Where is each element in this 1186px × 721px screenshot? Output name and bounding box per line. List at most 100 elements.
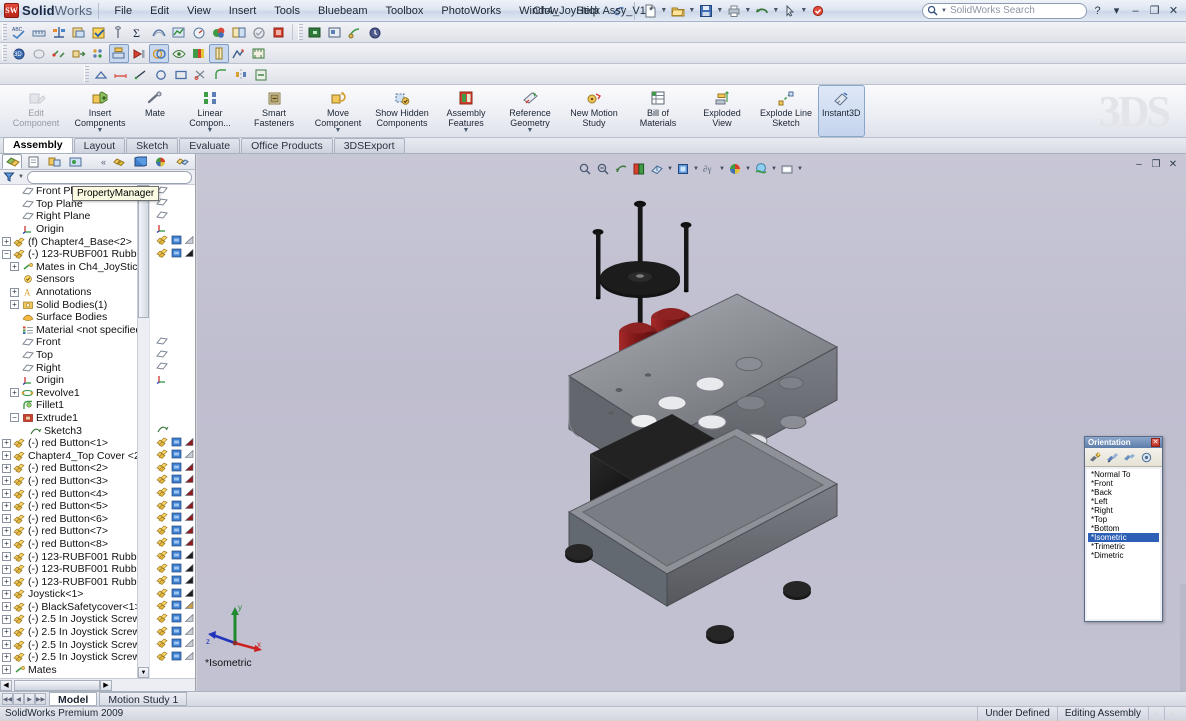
- appearance-display-icon[interactable]: [184, 248, 195, 261]
- orientation-list-item[interactable]: *Dimetric: [1088, 551, 1159, 560]
- design-journal-icon[interactable]: [365, 23, 385, 42]
- hide-show-display-icon[interactable]: [156, 437, 169, 450]
- command-instant3d[interactable]: Instant3D: [818, 85, 865, 137]
- feature-tree-item[interactable]: + (-) red Button<5>: [0, 500, 137, 513]
- command-dropdown-caret-icon[interactable]: ▼: [527, 127, 534, 134]
- scroll-down-button[interactable]: ▼: [138, 667, 149, 678]
- hide-show-display-icon[interactable]: [156, 563, 169, 576]
- pattern-toolbar-icon[interactable]: [89, 44, 109, 63]
- line-tool-icon[interactable]: [131, 65, 151, 84]
- appearance-display-icon[interactable]: [184, 613, 195, 626]
- toolbar-grip[interactable]: [2, 24, 7, 40]
- appearance-display-icon[interactable]: [184, 638, 195, 651]
- tab-office-products[interactable]: Office Products: [241, 138, 333, 153]
- display-mode-display-icon[interactable]: [171, 537, 182, 550]
- update-standard-views-icon[interactable]: [1105, 450, 1120, 465]
- feature-tree-item[interactable]: Top: [0, 349, 137, 362]
- feature-tree-item[interactable]: + (-) 2.5 In Joystick Screw<2: [0, 626, 137, 639]
- command-edit-component[interactable]: Edit Component: [4, 85, 68, 137]
- new-assembly-icon[interactable]: [325, 23, 345, 42]
- toolbar-grip-4[interactable]: [84, 66, 89, 82]
- display-mode-display-icon[interactable]: [171, 235, 182, 248]
- undo-caret-icon[interactable]: ▼: [772, 2, 780, 20]
- appearance-display-icon[interactable]: [184, 600, 195, 613]
- hide-show-display-icon[interactable]: [156, 575, 169, 588]
- display-mode-display-icon[interactable]: [171, 474, 182, 487]
- joystick-assembly-model[interactable]: [197, 154, 1186, 691]
- minimize-button[interactable]: –: [1127, 3, 1144, 19]
- tab-layout[interactable]: Layout: [73, 138, 126, 153]
- expand-node-icon[interactable]: +: [2, 589, 11, 599]
- search-input[interactable]: ▼ SolidWorks Search: [922, 2, 1087, 19]
- hide-show-display-icon[interactable]: [156, 235, 169, 248]
- hide-show-display-icon[interactable]: [156, 512, 169, 525]
- menu-bluebeam[interactable]: Bluebeam: [309, 1, 377, 21]
- sketch-entity-icon[interactable]: [91, 65, 111, 84]
- rebuild-status-icon[interactable]: [1164, 707, 1180, 720]
- tab-motion-study-1[interactable]: Motion Study 1: [99, 692, 188, 706]
- feature-tree-item[interactable]: + (-) red Button<8>: [0, 538, 137, 551]
- appearance-display-icon[interactable]: [184, 651, 195, 664]
- new-document-icon[interactable]: [641, 2, 659, 20]
- hscroll-thumb[interactable]: [14, 679, 100, 691]
- help-button[interactable]: ?: [1089, 3, 1106, 19]
- appearance-display-icon[interactable]: [184, 500, 195, 513]
- feature-filter-input[interactable]: [26, 170, 192, 184]
- expand-node-icon[interactable]: +: [2, 489, 11, 499]
- feature-tree-item[interactable]: − Extrude1: [0, 412, 137, 425]
- restore-button[interactable]: ❐: [1146, 3, 1163, 19]
- open-document-caret-icon[interactable]: ▼: [688, 2, 696, 20]
- hide-show-display-icon[interactable]: [156, 651, 169, 664]
- select-icon[interactable]: [781, 2, 799, 20]
- hscroll-right-button[interactable]: ▶: [100, 679, 112, 691]
- feature-tree-item[interactable]: + (-) 123-RUBF001 Rubber Fo: [0, 550, 137, 563]
- measure-tool-icon[interactable]: [249, 44, 269, 63]
- hide-show-toolbar-icon[interactable]: [169, 44, 189, 63]
- feature-tree-item[interactable]: + (-) red Button<4>: [0, 487, 137, 500]
- display-mode-display-icon[interactable]: [171, 600, 182, 613]
- display-mode-display-icon[interactable]: [171, 487, 182, 500]
- expand-node-icon[interactable]: +: [2, 602, 11, 612]
- expand-node-icon[interactable]: +: [2, 614, 11, 624]
- feature-tree-item[interactable]: + Solid Bodies(1): [0, 298, 137, 311]
- feature-tree-item[interactable]: + (-) 123-RUBF001 Rubber Fo: [0, 575, 137, 588]
- check-entity-icon[interactable]: [89, 23, 109, 42]
- feature-tree-item[interactable]: Origin: [0, 223, 137, 236]
- document-properties-icon[interactable]: [269, 23, 289, 42]
- section-view-toolbar-icon[interactable]: [209, 43, 229, 63]
- tab-assembly[interactable]: Assembly: [3, 137, 73, 153]
- feature-tree-item[interactable]: Fillet1: [0, 399, 137, 412]
- statistics-icon[interactable]: Σ: [129, 23, 149, 42]
- feature-tree-item[interactable]: + (-) red Button<7>: [0, 525, 137, 538]
- feature-tree-item[interactable]: Material <not specified:: [0, 324, 137, 337]
- appearance-toolbar-icon[interactable]: [189, 44, 209, 63]
- feature-tree-item[interactable]: + (f) Chapter4_Base<2>: [0, 235, 137, 248]
- collapse-node-icon[interactable]: −: [10, 413, 19, 423]
- feature-tree-item[interactable]: − (-) 123-RUBF001 Rubber Fo: [0, 248, 137, 261]
- feature-tree-item[interactable]: Surface Bodies: [0, 311, 137, 324]
- display-mode-display-icon[interactable]: [171, 500, 182, 513]
- pin-menu-icon[interactable]: [612, 3, 628, 19]
- orientation-list-item[interactable]: *Trimetric: [1088, 542, 1159, 551]
- feature-tree-item[interactable]: + (-) red Button<3>: [0, 475, 137, 488]
- display-mode-display-icon[interactable]: [171, 550, 182, 563]
- menu-insert[interactable]: Insert: [220, 1, 266, 21]
- expand-node-icon[interactable]: +: [2, 438, 11, 448]
- hide-show-display-icon[interactable]: [156, 537, 169, 550]
- section-properties-icon[interactable]: [69, 23, 89, 42]
- command-smart-fasteners[interactable]: Smart Fasteners: [242, 85, 306, 137]
- appearance-display-icon[interactable]: [184, 537, 195, 550]
- expand-node-icon[interactable]: +: [2, 564, 11, 574]
- expand-node-icon[interactable]: +: [10, 388, 19, 398]
- hide-show-display-icon[interactable]: [156, 638, 169, 651]
- command-show-hidden-components[interactable]: Show Hidden Components: [370, 85, 434, 137]
- appearance-display-icon[interactable]: [184, 626, 195, 639]
- expand-node-icon[interactable]: +: [2, 463, 11, 473]
- display-mode-display-icon[interactable]: [171, 449, 182, 462]
- hide-show-display-icon[interactable]: [156, 600, 169, 613]
- orientation-list[interactable]: *Normal To *Front *Back *Left *Right *Top *Bot…: [1087, 469, 1160, 619]
- search-dropdown-caret-icon[interactable]: ▼: [941, 8, 947, 14]
- sketch-mirror-icon[interactable]: [231, 65, 251, 84]
- menu-help[interactable]: Help: [567, 1, 608, 21]
- feature-tree-item[interactable]: Sketch3: [0, 424, 137, 437]
